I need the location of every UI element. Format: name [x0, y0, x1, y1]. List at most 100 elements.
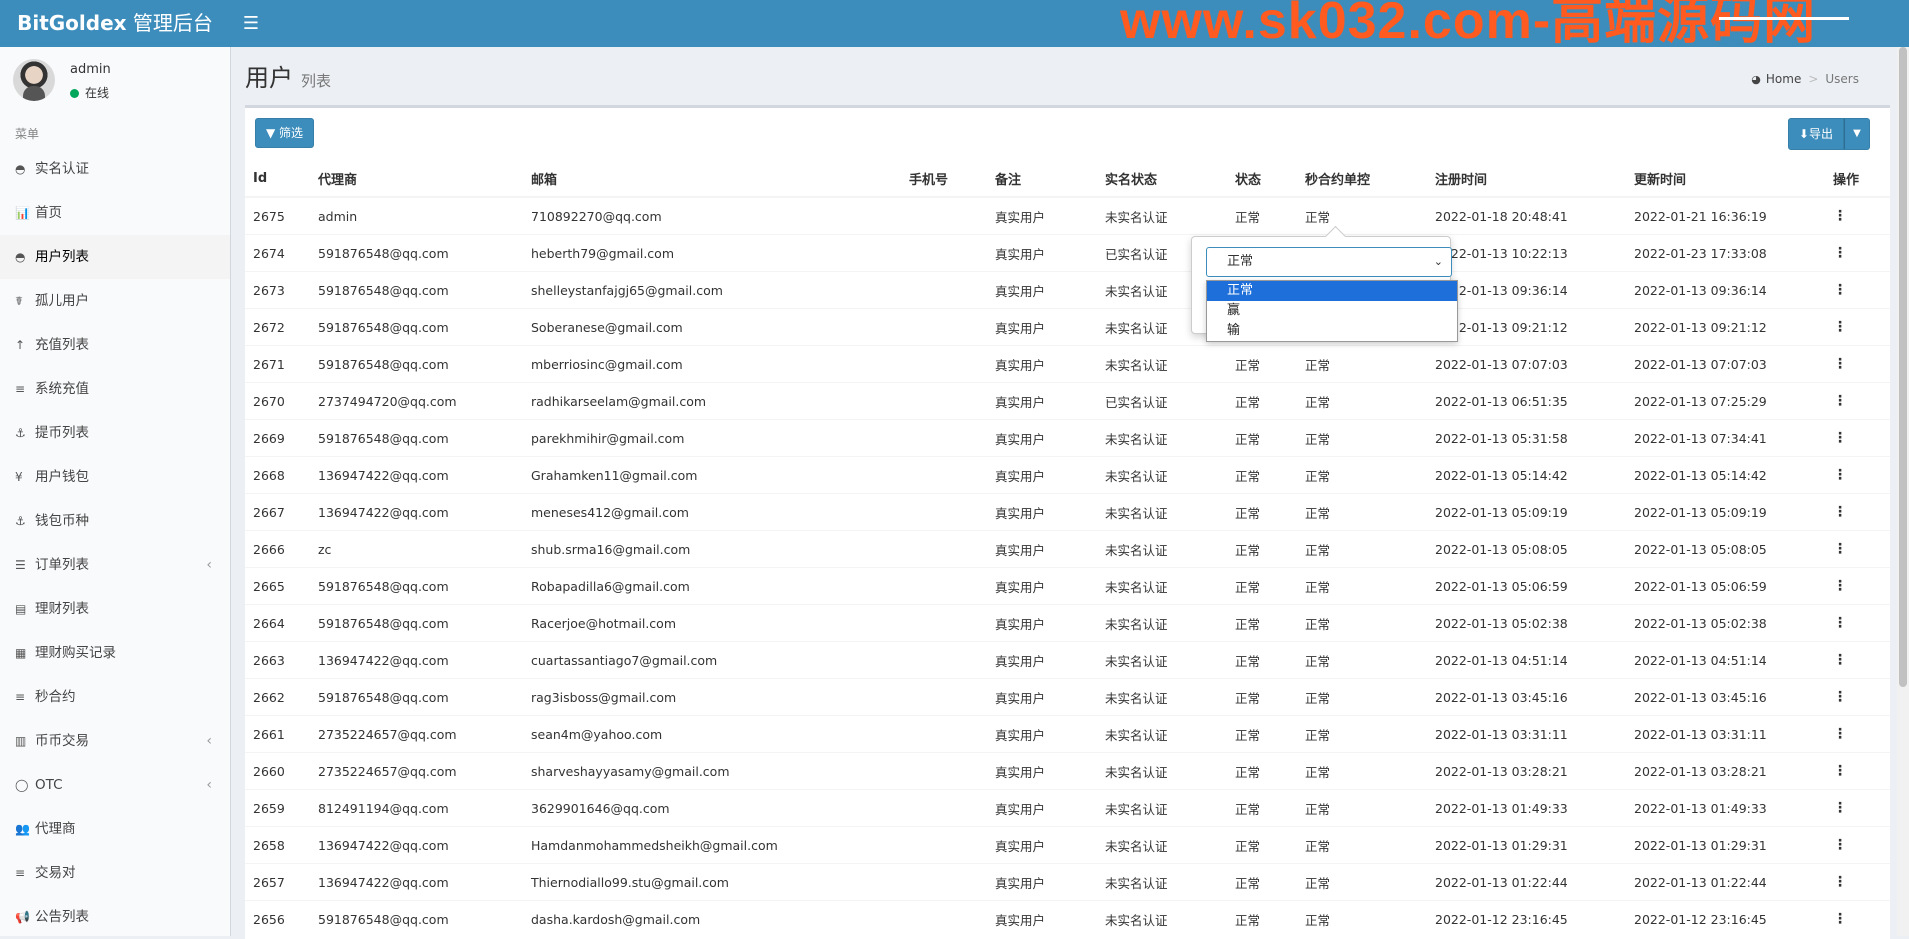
export-dropdown-toggle[interactable]: ▼: [1844, 118, 1870, 150]
hamburger-icon[interactable]: ☰: [236, 0, 266, 47]
contract-control-editable[interactable]: 正常: [1297, 530, 1427, 568]
table-cell: mberriosinc@gmail.com: [523, 345, 901, 383]
more-actions-icon[interactable]: ⋮: [1825, 345, 1890, 383]
table-row[interactable]: 2664 591876548@qq.com Racerjoe@hotmail.com…: [245, 604, 1890, 642]
table-cell: 正常: [1227, 456, 1297, 494]
sidebar-item-17[interactable]: 📢 公告列表: [0, 895, 230, 936]
sidebar-item-11[interactable]: ▦ 理财购买记录: [0, 631, 230, 675]
sidebar-item-14[interactable]: ◯ OTC ‹: [0, 763, 230, 807]
select-option[interactable]: 输: [1207, 321, 1457, 341]
contract-control-editable[interactable]: 正常: [1297, 196, 1427, 235]
contract-control-editable[interactable]: 正常: [1297, 826, 1427, 864]
contract-control-editable[interactable]: 正常: [1297, 382, 1427, 420]
table-row[interactable]: 2673 591876548@qq.com shelleystanfajgj65@g…: [245, 271, 1890, 309]
sidebar-item-label: 用户列表: [35, 249, 89, 265]
more-actions-icon[interactable]: ⋮: [1825, 234, 1890, 272]
more-actions-icon[interactable]: ⋮: [1825, 678, 1890, 716]
more-actions-icon[interactable]: ⋮: [1825, 900, 1890, 937]
sidebar-item-7[interactable]: ¥ 用户钱包: [0, 455, 230, 499]
table-row[interactable]: 2665 591876548@qq.com Robapadilla6@gmail.c…: [245, 567, 1890, 605]
contract-control-editable[interactable]: 正常: [1297, 493, 1427, 531]
table-row[interactable]: 2658 136947422@qq.com Hamdanmohammedsheikh…: [245, 826, 1890, 864]
contract-control-editable[interactable]: 正常: [1297, 678, 1427, 716]
table-cell: 正常: [1227, 863, 1297, 901]
table-cell: 正常: [1227, 382, 1297, 420]
more-actions-icon[interactable]: ⋮: [1825, 826, 1890, 864]
brand-logo[interactable]: BitGoldex 管理后台: [0, 0, 230, 47]
more-actions-icon[interactable]: ⋮: [1825, 567, 1890, 605]
more-actions-icon[interactable]: ⋮: [1825, 604, 1890, 642]
menu-icon: ≡: [15, 382, 26, 396]
select-option[interactable]: 赢: [1207, 301, 1457, 321]
contract-control-editable[interactable]: 正常: [1297, 715, 1427, 753]
table-row[interactable]: 2670 2737494720@qq.com radhikarseelam@gmai…: [245, 382, 1890, 420]
table-row[interactable]: 2669 591876548@qq.com parekhmihir@gmail.co…: [245, 419, 1890, 457]
sidebar-item-5[interactable]: ≡ 系统充值: [0, 367, 230, 411]
more-actions-icon[interactable]: ⋮: [1825, 789, 1890, 827]
sidebar-item-12[interactable]: ≡ 秒合约: [0, 675, 230, 719]
table-row[interactable]: 2674 591876548@qq.com heberth79@gmail.com 真…: [245, 234, 1890, 272]
more-actions-icon[interactable]: ⋮: [1825, 196, 1890, 235]
page-title: 用户: [245, 64, 293, 92]
more-actions-icon[interactable]: ⋮: [1825, 863, 1890, 901]
table-cell: [901, 604, 987, 642]
more-actions-icon[interactable]: ⋮: [1825, 419, 1890, 457]
contract-control-editable[interactable]: 正常: [1297, 567, 1427, 605]
contract-control-editable[interactable]: 正常: [1297, 604, 1427, 642]
table-row[interactable]: 2666 zc shub.srma16@gmail.com 真实用户 未实名认证 正常 正常…: [245, 530, 1890, 568]
sidebar-item-4[interactable]: ↑ 充值列表: [0, 323, 230, 367]
sidebar-item-0[interactable]: ◓ 实名认证: [0, 147, 230, 191]
contract-control-editable[interactable]: 正常: [1297, 900, 1427, 937]
more-actions-icon[interactable]: ⋮: [1825, 382, 1890, 420]
table-cell: Hamdanmohammedsheikh@gmail.com: [523, 826, 901, 864]
contract-control-editable[interactable]: 正常: [1297, 863, 1427, 901]
more-actions-icon[interactable]: ⋮: [1825, 456, 1890, 494]
table-row[interactable]: 2661 2735224657@qq.com sean4m@yahoo.com 真实用…: [245, 715, 1890, 753]
contract-control-editable[interactable]: 正常: [1297, 456, 1427, 494]
sidebar-item-10[interactable]: ▤ 理财列表: [0, 587, 230, 631]
status-select[interactable]: 正常 ⌄: [1206, 247, 1452, 277]
table-cell: 未实名认证: [1097, 752, 1227, 790]
table-row[interactable]: 2656 591876548@qq.com dasha.kardosh@gmail.…: [245, 900, 1890, 937]
sidebar-item-9[interactable]: ☰ 订单列表 ‹: [0, 543, 230, 587]
table-row[interactable]: 2657 136947422@qq.com Thiernodiallo99.stu@…: [245, 863, 1890, 901]
select-option[interactable]: 正常: [1207, 281, 1457, 301]
table-row[interactable]: 2663 136947422@qq.com cuartassantiago7@gma…: [245, 641, 1890, 679]
contract-control-editable[interactable]: 正常: [1297, 641, 1427, 679]
table-row[interactable]: 2660 2735224657@qq.com sharveshayyasamy@gm…: [245, 752, 1890, 790]
table-row[interactable]: 2667 136947422@qq.com meneses412@gmail.com…: [245, 493, 1890, 531]
export-button[interactable]: ⬇导出: [1787, 118, 1844, 150]
more-actions-icon[interactable]: ⋮: [1825, 641, 1890, 679]
table-cell: 未实名认证: [1097, 493, 1227, 531]
sidebar-item-15[interactable]: 👥 代理商: [0, 807, 230, 851]
sidebar-item-3[interactable]: ☤ 孤儿用户: [0, 279, 230, 323]
scrollbar-thumb[interactable]: [1899, 47, 1907, 687]
more-actions-icon[interactable]: ⋮: [1825, 308, 1890, 346]
contract-control-editable[interactable]: 正常: [1297, 419, 1427, 457]
more-actions-icon[interactable]: ⋮: [1825, 271, 1890, 309]
sidebar-item-8[interactable]: ⚓ 钱包币种: [0, 499, 230, 543]
sidebar-item-2[interactable]: ◓ 用户列表: [0, 235, 230, 279]
table-row[interactable]: 2671 591876548@qq.com mberriosinc@gmail.co…: [245, 345, 1890, 383]
breadcrumb-home[interactable]: Home: [1766, 72, 1801, 86]
contract-control-editable[interactable]: 正常: [1297, 789, 1427, 827]
sidebar-item-13[interactable]: ▥ 币币交易 ‹: [0, 719, 230, 763]
contract-control-editable[interactable]: 正常: [1297, 752, 1427, 790]
page-scrollbar[interactable]: [1897, 47, 1909, 936]
table-row[interactable]: 2672 591876548@qq.com Soberanese@gmail.com…: [245, 308, 1890, 346]
table-row[interactable]: 2659 812491194@qq.com 3629901646@qq.com 真实用…: [245, 789, 1890, 827]
more-actions-icon[interactable]: ⋮: [1825, 752, 1890, 790]
sidebar-item-6[interactable]: ⚓ 提币列表: [0, 411, 230, 455]
table-cell: 2022-01-13 03:31:11: [1626, 715, 1825, 753]
more-actions-icon[interactable]: ⋮: [1825, 530, 1890, 568]
table-row[interactable]: 2675 admin 710892270@qq.com 真实用户 未实名认证 正常 正常 20…: [245, 196, 1890, 235]
more-actions-icon[interactable]: ⋮: [1825, 493, 1890, 531]
contract-control-editable[interactable]: 正常: [1297, 345, 1427, 383]
table-cell: 2663: [245, 641, 310, 679]
filter-button[interactable]: ▼ 筛选: [255, 118, 315, 148]
table-row[interactable]: 2662 591876548@qq.com rag3isboss@gmail.com…: [245, 678, 1890, 716]
table-row[interactable]: 2668 136947422@qq.com Grahamken11@gmail.co…: [245, 456, 1890, 494]
sidebar-item-16[interactable]: ≡ 交易对: [0, 851, 230, 895]
sidebar-item-1[interactable]: 📊 首页: [0, 191, 230, 235]
more-actions-icon[interactable]: ⋮: [1825, 715, 1890, 753]
